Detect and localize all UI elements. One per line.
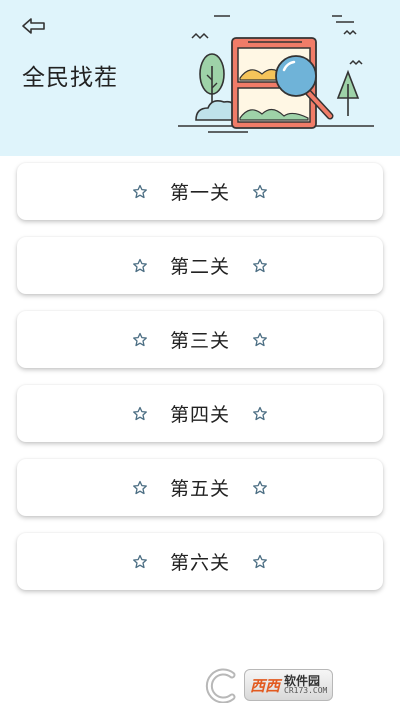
back-button[interactable] (20, 14, 48, 38)
level-label: 第五关 (169, 478, 230, 500)
level-card-5[interactable]: 第五关 (17, 459, 383, 516)
star-outline-icon (253, 406, 267, 420)
star-outline-icon (253, 184, 267, 198)
star-outline-icon (133, 480, 147, 494)
star-outline-icon (133, 406, 147, 420)
level-label: 第一关 (169, 182, 230, 204)
level-card-4[interactable]: 第四关 (17, 385, 383, 442)
star-outline-icon (253, 554, 267, 568)
level-card-1[interactable]: 第一关 (17, 163, 383, 220)
star-outline-icon (133, 554, 147, 568)
star-outline-icon (253, 258, 267, 272)
spot-difference-illustration (178, 15, 374, 133)
page-title: 全民找茬 (22, 65, 118, 91)
watermark-box: 西西 软件园 CR173.COM (244, 669, 334, 701)
watermark: 西西 软件园 CR173.COM (204, 665, 382, 705)
level-label: 第三关 (169, 330, 230, 352)
level-card-2[interactable]: 第二关 (17, 237, 383, 294)
star-outline-icon (133, 332, 147, 346)
level-list: 第一关 第二关 第三关 第四关 第五关 第六关 (17, 163, 383, 607)
level-label: 第六关 (169, 552, 230, 574)
watermark-brand: 西西 (250, 676, 281, 695)
level-card-3[interactable]: 第三关 (17, 311, 383, 368)
level-card-6[interactable]: 第六关 (17, 533, 383, 590)
star-outline-icon (253, 480, 267, 494)
star-outline-icon (133, 184, 147, 198)
watermark-logo-icon (205, 668, 236, 703)
level-label: 第四关 (169, 404, 230, 426)
star-outline-icon (133, 258, 147, 272)
header: 全民找茬 (0, 0, 400, 156)
level-label: 第二关 (169, 256, 230, 278)
back-arrow-icon (22, 18, 45, 34)
watermark-url: CR173.COM (284, 686, 328, 695)
star-outline-icon (253, 332, 267, 346)
